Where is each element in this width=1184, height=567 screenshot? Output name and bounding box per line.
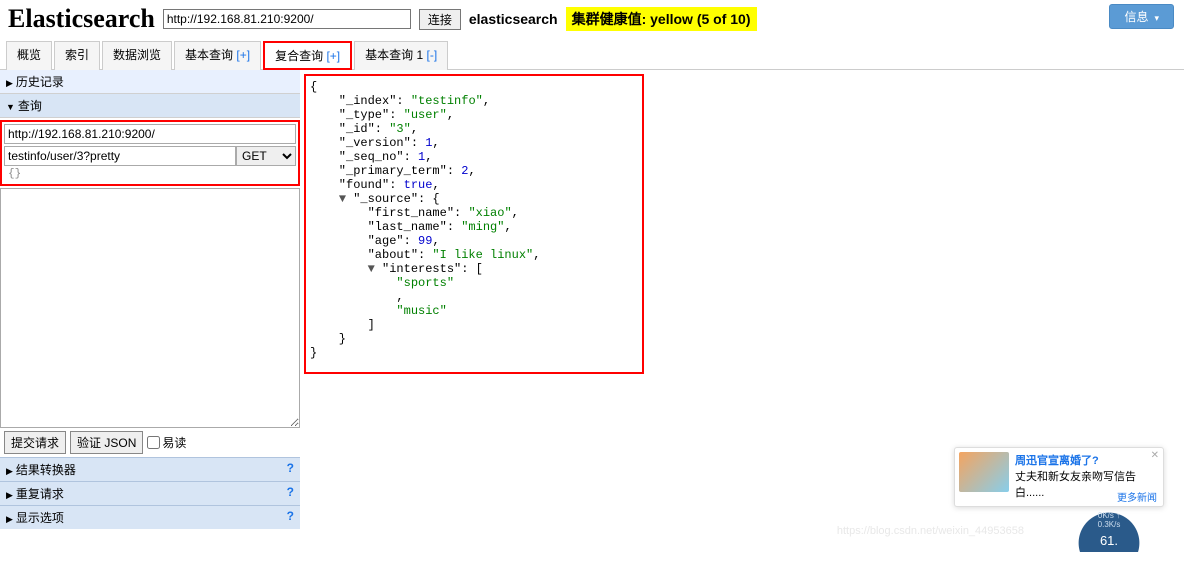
popup-more-link[interactable]: 更多新闻 <box>1117 489 1157 504</box>
query-body-placeholder: {} <box>4 166 296 182</box>
validate-json-button[interactable]: 验证 JSON <box>70 431 143 454</box>
main-tabs: 概览 索引 数据浏览 基本查询 [+] 复合查询 [+] 基本查询 1 [-] <box>0 40 1184 70</box>
result-transformer-section[interactable]: 结果转换器? <box>0 457 300 481</box>
query-url-input[interactable] <box>4 124 296 144</box>
app-logo: Elasticsearch <box>8 4 155 34</box>
submit-button[interactable]: 提交请求 <box>4 431 66 454</box>
tab-browse[interactable]: 数据浏览 <box>102 41 172 70</box>
left-panel: 历史记录 查询 GET {} 提交请求 验证 JSON 易读 结果转换器? <box>0 70 300 567</box>
info-dropdown[interactable]: 信息 <box>1109 4 1174 29</box>
cluster-url-input[interactable] <box>163 9 411 29</box>
readable-checkbox[interactable] <box>147 436 160 449</box>
readable-checkbox-label[interactable]: 易读 <box>147 434 186 451</box>
connect-button[interactable]: 连接 <box>419 9 461 30</box>
display-options-section[interactable]: 显示选项? <box>0 505 300 529</box>
query-method-select[interactable]: GET <box>236 146 296 166</box>
cluster-name: elasticsearch <box>469 11 558 27</box>
tab-indices[interactable]: 索引 <box>54 41 100 70</box>
tab-basic-query-1[interactable]: 基本查询 1 [-] <box>354 41 448 70</box>
json-result: { "_index": "testinfo", "_type": "user",… <box>304 74 644 374</box>
popup-close-icon[interactable]: ✕ <box>1151 450 1159 461</box>
cluster-health-badge: 集群健康值: yellow (5 of 10) <box>566 7 757 31</box>
tab-basic-query[interactable]: 基本查询 [+] <box>174 41 261 70</box>
history-section[interactable]: 历史记录 <box>0 70 300 94</box>
popup-title[interactable]: 周迅官宣离婚了? <box>1015 452 1159 468</box>
repeat-request-section[interactable]: 重复请求? <box>0 481 300 505</box>
network-gauge: 0K/s ↑0.3K/s 61. <box>1074 507 1144 552</box>
query-editor: GET {} <box>0 120 300 186</box>
query-body-textarea[interactable] <box>0 188 300 428</box>
query-section[interactable]: 查询 <box>0 94 300 118</box>
tab-overview[interactable]: 概览 <box>6 41 52 70</box>
popup-image <box>959 452 1009 492</box>
tab-compound-query[interactable]: 复合查询 [+] <box>263 41 352 70</box>
watermark: https://blog.csdn.net/weixin_44953658 <box>837 525 1024 537</box>
query-path-input[interactable] <box>4 146 236 166</box>
news-popup: 周迅官宣离婚了? 丈夫和新女友亲吻写信告白...... ✕ 更多新闻 <box>954 447 1164 507</box>
